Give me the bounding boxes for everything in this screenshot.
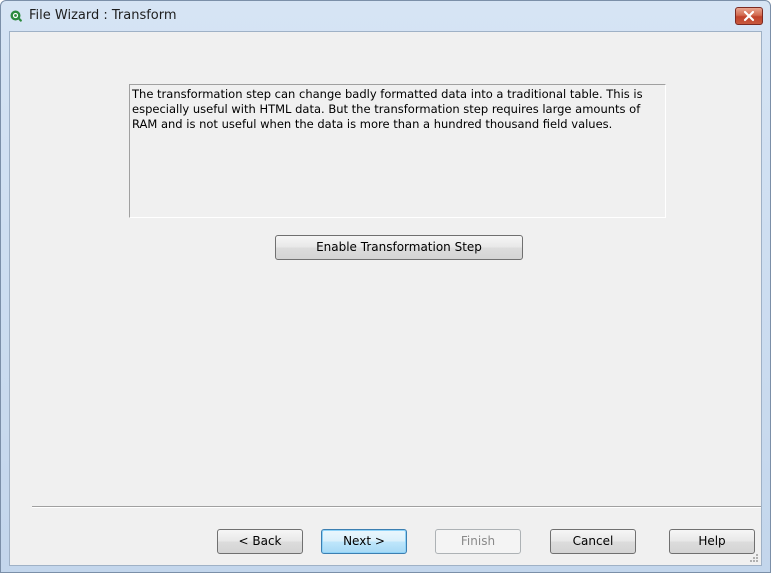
window-title: File Wizard : Transform [29, 8, 177, 23]
wizard-content-area: The transformation step can change badly… [9, 31, 762, 566]
close-button[interactable] [735, 7, 763, 25]
file-wizard-window: File Wizard : Transform The transformati… [0, 0, 771, 573]
finish-button: Finish [435, 529, 521, 554]
transformation-description-text: The transformation step can change badly… [129, 84, 666, 218]
help-button[interactable]: Help [669, 529, 755, 554]
back-button[interactable]: < Back [217, 529, 303, 554]
button-separator [32, 506, 761, 508]
resize-grip-icon[interactable] [749, 553, 759, 563]
cancel-button[interactable]: Cancel [550, 529, 636, 554]
qlikview-logo-icon [10, 10, 22, 22]
close-icon [743, 10, 755, 22]
title-bar[interactable]: File Wizard : Transform [1, 1, 770, 31]
enable-transformation-step-button[interactable]: Enable Transformation Step [275, 235, 523, 260]
next-button[interactable]: Next > [321, 529, 407, 554]
